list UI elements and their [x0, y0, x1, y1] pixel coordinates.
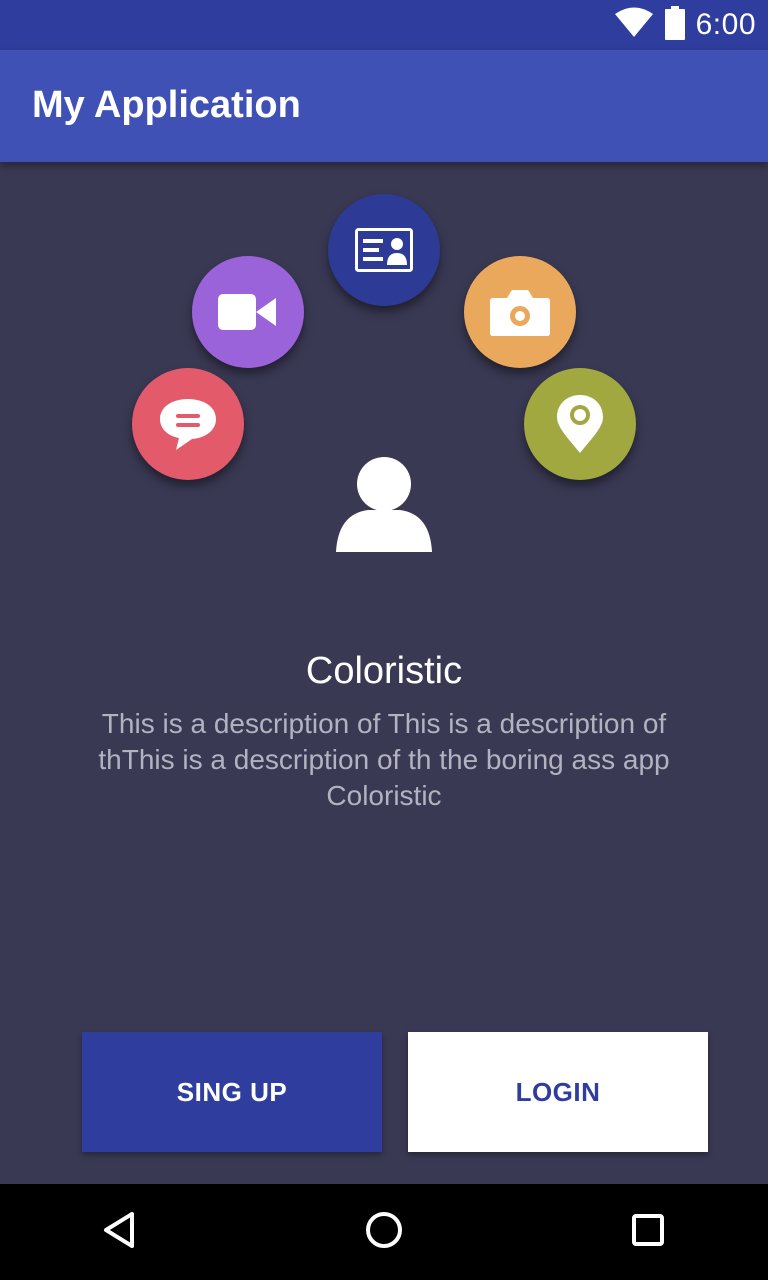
recents-icon — [628, 1210, 668, 1255]
camera-icon — [489, 288, 551, 336]
person-icon — [334, 456, 434, 557]
wifi-icon — [614, 7, 654, 44]
recents-button[interactable] — [624, 1208, 672, 1256]
app-bar: My Application — [0, 50, 768, 162]
status-bar: 6:00 — [0, 0, 768, 50]
back-icon — [100, 1210, 140, 1255]
location-pin-icon — [555, 393, 605, 455]
status-icons: 6:00 — [614, 5, 756, 45]
app-title: My Application — [32, 84, 301, 126]
main-content: Coloristic This is a description of This… — [0, 162, 768, 1184]
sign-up-button[interactable]: SING UP — [82, 1032, 382, 1152]
video-camera-icon — [218, 292, 278, 332]
location-button[interactable] — [524, 368, 636, 480]
home-button[interactable] — [360, 1208, 408, 1256]
chat-icon — [156, 395, 220, 453]
camera-button[interactable] — [464, 256, 576, 368]
login-button[interactable]: LOGIN — [408, 1032, 708, 1152]
chat-button[interactable] — [132, 368, 244, 480]
video-button[interactable] — [192, 256, 304, 368]
back-button[interactable] — [96, 1208, 144, 1256]
app-name-title: Coloristic — [305, 650, 463, 692]
status-time: 6:00 — [695, 8, 756, 41]
battery-icon — [664, 5, 686, 45]
navigation-bar — [0, 1184, 768, 1280]
app-description: This is a description of This is a descr… — [98, 708, 670, 811]
id-card-button[interactable] — [328, 194, 440, 306]
id-card-icon — [355, 228, 413, 272]
home-icon — [364, 1210, 404, 1255]
